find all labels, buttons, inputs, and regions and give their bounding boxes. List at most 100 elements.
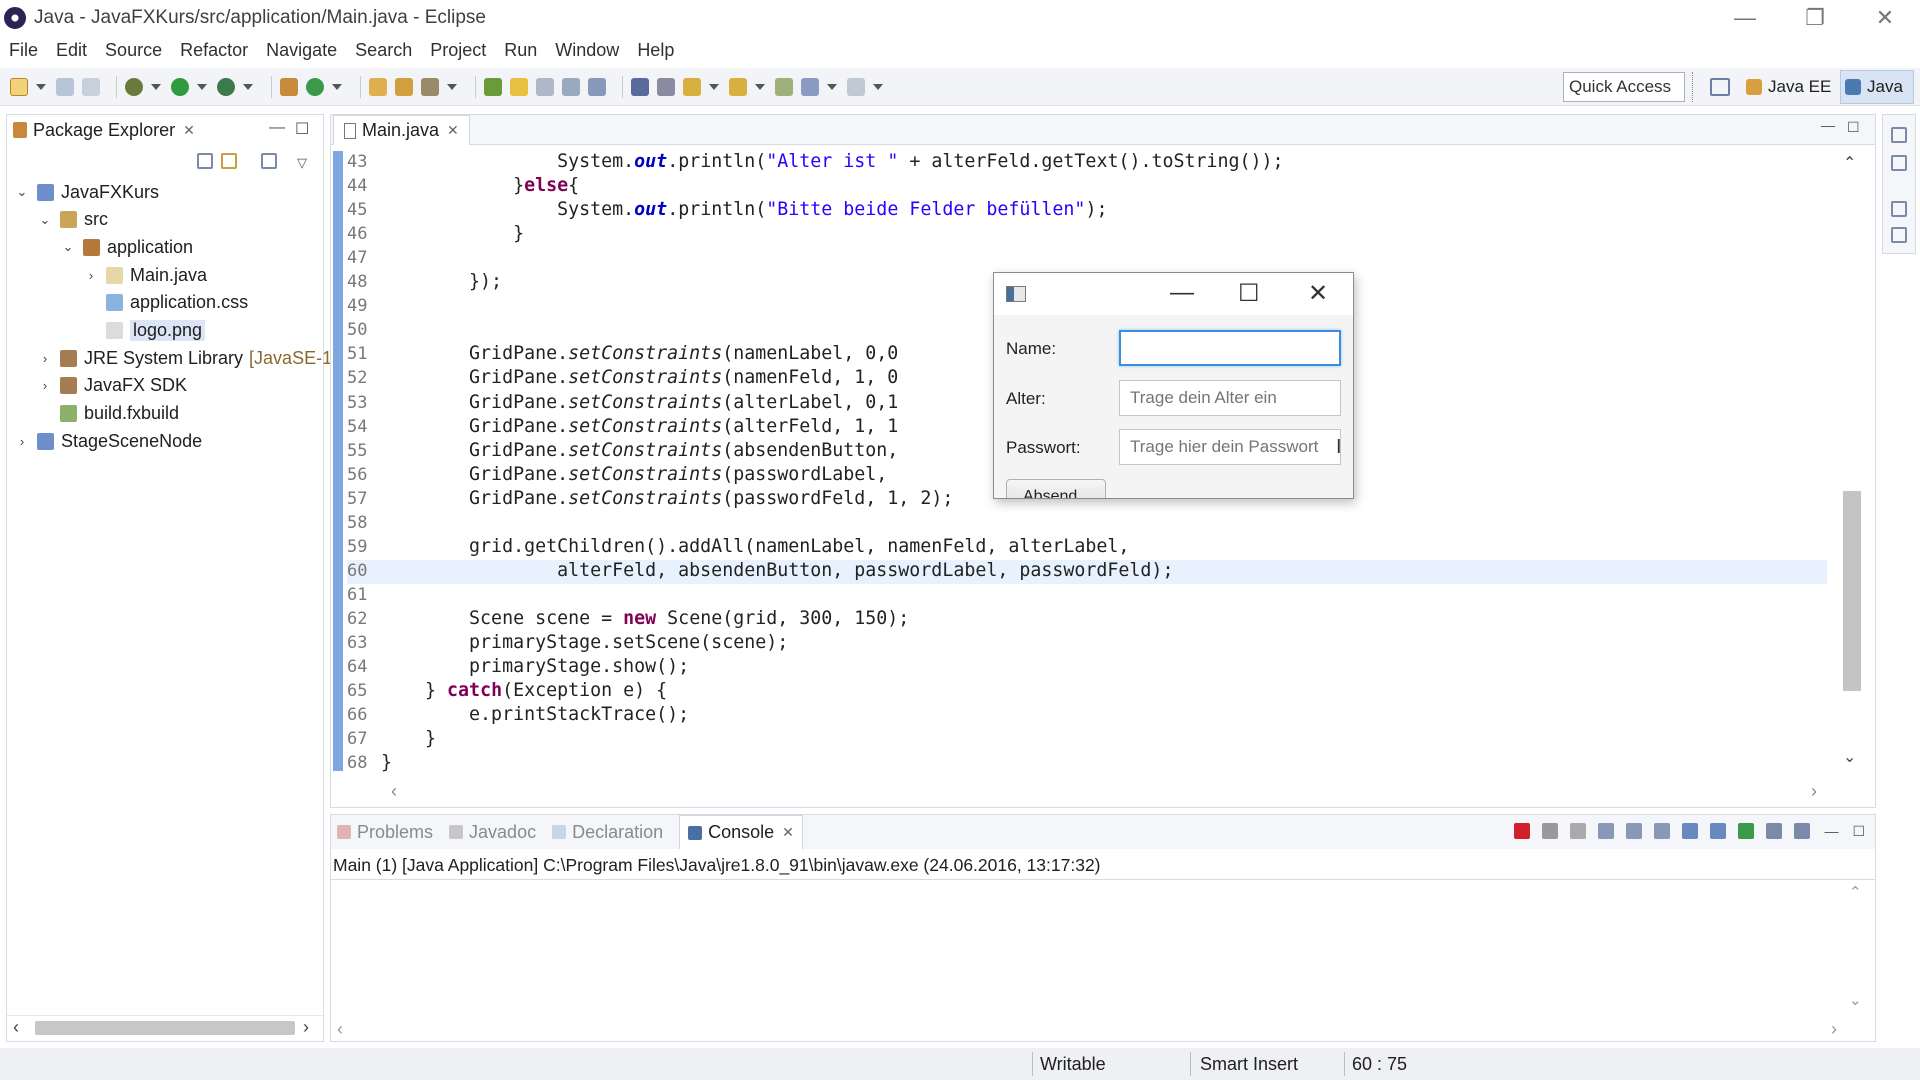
scroll-right-icon[interactable]: ›: [1831, 1019, 1837, 1040]
scroll-down-icon[interactable]: ⌄: [1849, 991, 1862, 1009]
forward-icon[interactable]: [847, 77, 865, 96]
code-line[interactable]: 68}: [347, 752, 1827, 776]
tab-problems[interactable]: Problems: [337, 822, 433, 843]
chevron-right-icon[interactable]: ›: [38, 378, 52, 393]
tree-item[interactable]: application.css: [84, 290, 248, 316]
scroll-left-icon[interactable]: ‹: [13, 1017, 19, 1038]
code-line[interactable]: 45 System.out.println("Bitte beide Felde…: [347, 199, 1827, 223]
debug-dropdown-icon[interactable]: [151, 83, 161, 90]
tree-item[interactable]: › StageSceneNode: [15, 428, 202, 454]
package-explorer-tab[interactable]: Package Explorer ✕ — ☐: [7, 115, 323, 145]
maximize-view-icon[interactable]: ☐: [1852, 823, 1865, 840]
menu-search[interactable]: Search: [355, 40, 412, 61]
save-all-icon[interactable]: [82, 77, 100, 96]
chevron-down-icon[interactable]: ⌄: [15, 184, 29, 200]
tab-console[interactable]: Console ✕: [679, 815, 803, 849]
external-tools-dropdown-icon[interactable]: [243, 83, 253, 90]
quick-access-input[interactable]: Quick Access: [1563, 72, 1685, 102]
back-dropdown-icon[interactable]: [827, 83, 837, 90]
terminate-icon[interactable]: [1514, 823, 1531, 839]
code-line[interactable]: 63 primaryStage.setScene(scene);: [347, 632, 1827, 656]
code-line[interactable]: 43 System.out.println("Alter ist " + alt…: [347, 151, 1827, 175]
open-type-icon[interactable]: [369, 77, 387, 96]
console-view-icon[interactable]: [631, 77, 649, 96]
word-wrap-icon[interactable]: [1654, 823, 1671, 839]
code-line[interactable]: 60 alterFeld, absendenButton, passwordLa…: [347, 559, 1827, 584]
submit-button[interactable]: Absend: [1006, 479, 1106, 498]
tab-javadoc[interactable]: Javadoc: [449, 822, 536, 843]
scroll-down-icon[interactable]: ⌄: [1843, 747, 1856, 767]
tree-item[interactable]: › JavaFX SDK: [38, 373, 187, 399]
search-icon[interactable]: [421, 77, 439, 96]
scrollbar-thumb[interactable]: [1843, 491, 1861, 691]
toggle-block-selection-icon[interactable]: [536, 77, 554, 96]
remove-launch-icon[interactable]: [1542, 823, 1559, 839]
dialog-maximize-button[interactable]: ☐: [1238, 279, 1260, 308]
last-edit-location-icon[interactable]: [775, 77, 793, 96]
menu-help[interactable]: Help: [637, 40, 674, 61]
menu-project[interactable]: Project: [430, 40, 486, 61]
new-class-dropdown-icon[interactable]: [332, 83, 342, 90]
save-icon[interactable]: [56, 77, 74, 96]
task-list-icon[interactable]: [1891, 155, 1907, 171]
run-icon[interactable]: [171, 77, 189, 96]
open-console-icon[interactable]: [1794, 823, 1811, 839]
maximize-view-icon[interactable]: ☐: [295, 119, 309, 139]
code-line[interactable]: 61: [347, 584, 1827, 608]
menu-run[interactable]: Run: [504, 40, 537, 61]
menu-window[interactable]: Window: [555, 40, 619, 61]
link-with-editor-icon[interactable]: [221, 153, 237, 169]
scroll-right-icon[interactable]: ›: [303, 1017, 309, 1038]
tree-item[interactable]: › JRE System Library [JavaSE-1.8: [38, 345, 347, 371]
dialog-close-button[interactable]: ✕: [1308, 279, 1328, 308]
skip-breakpoints-icon[interactable]: [657, 77, 675, 96]
perspective-java[interactable]: Java: [1840, 70, 1914, 104]
restore-view-icon[interactable]: [1891, 127, 1907, 143]
chevron-right-icon[interactable]: ›: [15, 434, 29, 449]
previous-annotation-dropdown-icon[interactable]: [755, 83, 765, 90]
code-line[interactable]: 58: [347, 512, 1827, 536]
clear-console-icon[interactable]: [1598, 823, 1615, 839]
back-icon[interactable]: [801, 77, 819, 96]
open-perspective-icon[interactable]: [1710, 78, 1730, 96]
code-line[interactable]: 62 Scene scene = new Scene(grid, 300, 15…: [347, 608, 1827, 632]
open-task-icon[interactable]: [395, 77, 413, 96]
code-line[interactable]: 44 }else{: [347, 175, 1827, 199]
code-line[interactable]: 47: [347, 247, 1827, 271]
outline-icon[interactable]: [1891, 227, 1907, 243]
next-annotation-icon[interactable]: [683, 77, 701, 96]
code-line[interactable]: 67 }: [347, 728, 1827, 752]
scroll-right-icon[interactable]: ›: [1811, 781, 1817, 802]
chevron-right-icon[interactable]: ›: [38, 351, 52, 366]
chevron-down-icon[interactable]: ⌄: [61, 239, 75, 255]
maximize-editor-icon[interactable]: ☐: [1847, 119, 1860, 136]
password-input[interactable]: [1119, 429, 1341, 465]
package-explorer-horizontal-scrollbar[interactable]: ‹ ›: [7, 1015, 323, 1039]
restore-view-icon[interactable]: [1891, 201, 1907, 217]
scrollbar-thumb[interactable]: [35, 1021, 295, 1035]
code-line[interactable]: 65 } catch(Exception e) {: [347, 680, 1827, 704]
toggle-mark-occurrences-icon[interactable]: [484, 77, 502, 96]
tab-declaration[interactable]: Declaration: [552, 822, 663, 843]
menu-file[interactable]: File: [9, 40, 38, 61]
code-line[interactable]: 66 e.printStackTrace();: [347, 704, 1827, 728]
code-line[interactable]: 64 primaryStage.show();: [347, 656, 1827, 680]
previous-annotation-icon[interactable]: [729, 77, 747, 96]
minimize-editor-icon[interactable]: —: [1821, 117, 1835, 133]
age-input[interactable]: [1119, 380, 1341, 416]
tree-item[interactable]: ⌄ src: [38, 207, 108, 233]
remove-all-terminated-icon[interactable]: [1570, 823, 1587, 839]
display-selected-console-icon[interactable]: [1766, 823, 1783, 839]
show-on-stderr-icon[interactable]: [1710, 823, 1727, 839]
menu-refactor[interactable]: Refactor: [180, 40, 248, 61]
code-line[interactable]: 46 }: [347, 223, 1827, 247]
perspective-java-ee[interactable]: Java EE: [1746, 72, 1831, 102]
scroll-up-icon[interactable]: ⌃: [1843, 153, 1856, 173]
new-java-class-icon[interactable]: [306, 77, 324, 96]
tree-item[interactable]: ⌄ application: [61, 234, 194, 260]
show-on-stdout-icon[interactable]: [1682, 823, 1699, 839]
external-tools-icon[interactable]: [217, 77, 235, 96]
pin-console-icon[interactable]: [1738, 823, 1755, 839]
run-dropdown-icon[interactable]: [197, 83, 207, 90]
menu-edit[interactable]: Edit: [56, 40, 87, 61]
